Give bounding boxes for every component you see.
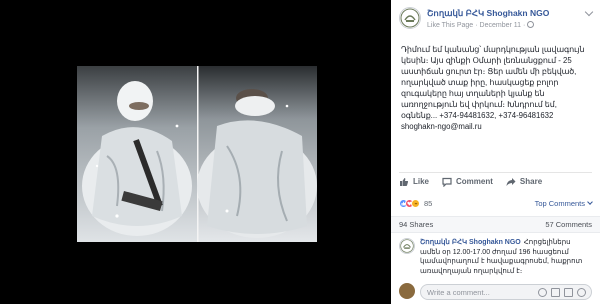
photo-viewer <box>0 0 391 304</box>
post-photo[interactable] <box>77 66 317 242</box>
page-avatar[interactable] <box>399 7 421 29</box>
globe-icon <box>527 21 535 28</box>
share-label: Share <box>519 177 543 186</box>
share-arrow-icon <box>506 177 516 186</box>
haha-reaction-icon[interactable] <box>411 198 420 208</box>
comments-count[interactable]: 57 Comments <box>545 220 592 229</box>
sticker-icon[interactable] <box>577 287 586 297</box>
action-bar: Like Comment Share <box>399 172 592 190</box>
dropdown-arrow-icon <box>587 198 593 205</box>
thumbs-up-icon <box>400 177 409 186</box>
snow-soldiers-image <box>77 66 317 242</box>
reaction-count[interactable]: 85 <box>424 199 432 208</box>
post-text: Դիմում եմ կանանց՝ մարդկության լավագույն … <box>401 45 585 131</box>
post-panel: Շողակն ԲՀԿ Shoghakn NGO Like This Page · D… <box>391 0 600 304</box>
page-name-link[interactable]: Շողակն ԲՀԿ Shoghakn NGO <box>427 8 549 19</box>
post-date[interactable]: December 11 <box>480 22 522 29</box>
like-button[interactable]: Like <box>399 177 429 187</box>
counts-bar: 94 Shares 57 Comments <box>391 216 600 233</box>
shares-count[interactable]: 94 Shares <box>399 220 433 229</box>
top-comments-label: Top Comments <box>534 198 585 208</box>
reactions-row: 85 Top Comments <box>399 195 593 211</box>
separator-dot: · <box>523 22 526 29</box>
share-button[interactable]: Share <box>506 177 542 187</box>
comment-item: Շողակն ԲՀԿ Shoghakn NGO Հորցելիներս ամեն … <box>399 238 592 276</box>
chevron-down-icon[interactable] <box>584 7 594 17</box>
separator-dot: · <box>475 22 478 29</box>
comment-avatar[interactable] <box>399 238 415 254</box>
camera-icon[interactable] <box>551 287 560 297</box>
comment-label: Comment <box>456 177 493 186</box>
post-header: Շողակն ԲՀԿ Shoghakn NGO Like This Page · D… <box>391 0 600 36</box>
emoji-icon[interactable] <box>538 287 547 297</box>
comment-button[interactable]: Comment <box>442 177 493 187</box>
gif-icon[interactable] <box>564 287 573 297</box>
comment-body: Շողակն ԲՀԿ Shoghakn NGO Հորցելիներս ամեն … <box>420 238 592 276</box>
like-label: Like <box>413 177 430 186</box>
comment-author-link[interactable]: Շողակն ԲՀԿ Shoghakn NGO <box>420 239 521 246</box>
comment-input-box[interactable] <box>420 284 592 300</box>
comment-composer <box>399 282 592 302</box>
comment-icon <box>442 177 452 187</box>
like-page-link[interactable]: Like This Page <box>427 22 473 29</box>
post-meta: Like This Page · December 11 · <box>427 21 535 29</box>
user-avatar[interactable] <box>399 283 415 299</box>
comment-input[interactable] <box>427 287 527 297</box>
ngo-logo-icon <box>400 239 414 253</box>
composer-icons <box>534 287 591 297</box>
ngo-logo-icon <box>400 8 420 28</box>
top-comments-dropdown[interactable]: Top Comments <box>534 198 593 208</box>
